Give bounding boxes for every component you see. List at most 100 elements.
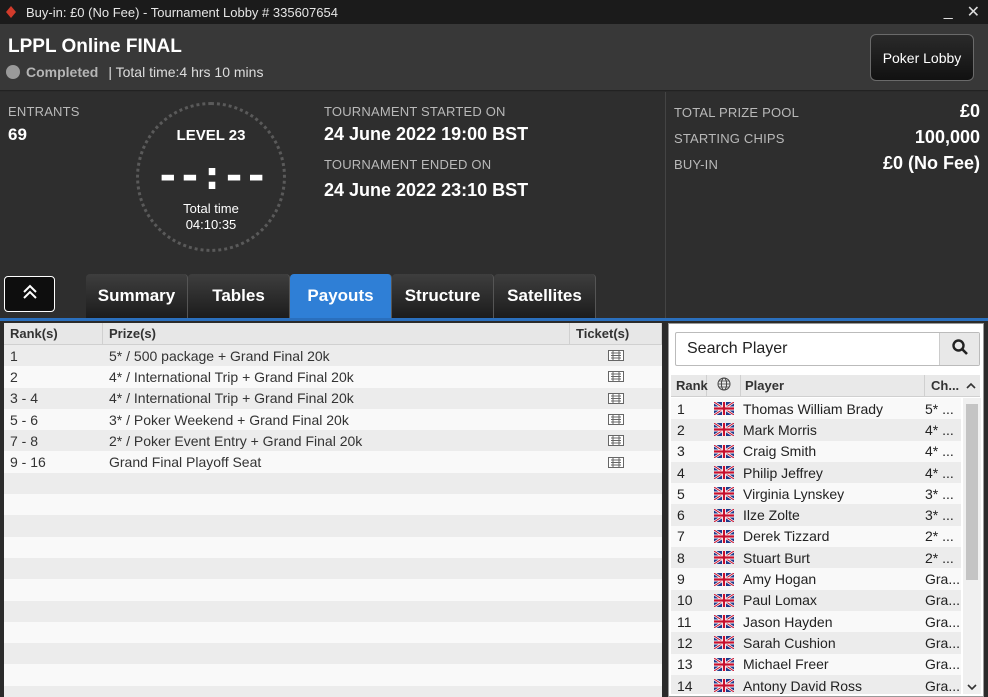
player-rank: 10 (677, 592, 693, 609)
prize-column-header[interactable]: Prize(s) (103, 323, 570, 344)
buyin-row: BUY-IN £0 (No Fee) (674, 153, 980, 174)
scrollbar-thumb[interactable] (966, 404, 978, 580)
player-row[interactable]: 6 Ilze Zolte 3* ... (671, 504, 961, 526)
empty-payout-row (4, 579, 662, 601)
player-rank: 1 (677, 400, 685, 417)
player-name: Mark Morris (743, 421, 817, 438)
ticket-icon[interactable] (570, 366, 662, 387)
minimize-button[interactable]: _ (944, 3, 953, 21)
chips-column-header[interactable]: Ch... (925, 375, 961, 396)
player-name: Ilze Zolte (743, 507, 800, 524)
empty-payout-row (4, 621, 662, 644)
ticket-column-header[interactable]: Ticket(s) (570, 323, 662, 344)
player-row[interactable]: 1 Thomas William Brady 5* ... (671, 398, 961, 420)
tournament-header: LPPL Online FINAL Completed | Total time… (0, 24, 988, 91)
player-row[interactable]: 14 Antony David Ross Gra... (671, 674, 961, 694)
ticket-icon[interactable] (570, 388, 662, 409)
player-row[interactable]: 7 Derek Tizzard 2* ... (671, 525, 961, 548)
search-button[interactable] (939, 333, 979, 365)
player-rank: 8 (677, 549, 685, 566)
player-rank: 4 (677, 464, 685, 481)
close-button[interactable]: ✕ (967, 2, 980, 22)
player-prize: Gra... (925, 592, 961, 609)
payout-row: 5 - 6 3* / Poker Weekend + Grand Final 20… (4, 408, 662, 431)
player-prize: Gra... (925, 613, 961, 630)
player-row[interactable]: 2 Mark Morris 4* ... (671, 419, 961, 441)
empty-payout-row (4, 536, 662, 558)
total-time-caption: Total time (183, 201, 239, 216)
entrants-label: ENTRANTS (8, 104, 80, 119)
player-row[interactable]: 4 Philip Jeffrey 4* ... (671, 461, 961, 484)
tab-tables[interactable]: Tables (188, 274, 290, 318)
ticket-icon[interactable] (570, 430, 662, 451)
player-name: Thomas William Brady (743, 400, 884, 417)
uk-flag-icon (707, 529, 741, 543)
starting-chips-value: 100,000 (914, 127, 980, 147)
player-prize: 3* ... (925, 507, 954, 524)
scroll-down-button[interactable] (966, 680, 978, 694)
tab-satellites[interactable]: Satellites (494, 274, 596, 318)
payout-prize: 4* / International Trip + Grand Final 20… (109, 368, 354, 385)
rank-column-header[interactable]: Rank (671, 375, 708, 396)
prize-pool-value: £0 (959, 101, 980, 121)
player-rank: 12 (677, 634, 693, 651)
globe-icon (717, 377, 731, 394)
players-scrollbar[interactable] (963, 398, 981, 694)
empty-payout-row (4, 472, 662, 495)
buyin-label: BUY-IN (674, 157, 719, 172)
player-row[interactable]: 12 Sarah Cushion Gra... (671, 632, 961, 654)
player-row[interactable]: 13 Michael Freer Gra... (671, 653, 961, 675)
player-row[interactable]: 8 Stuart Burt 2* ... (671, 547, 961, 569)
country-column-header[interactable] (707, 375, 741, 396)
double-chevron-up-icon (20, 282, 40, 307)
poker-lobby-button[interactable]: Poker Lobby (870, 34, 974, 81)
tab-summary[interactable]: Summary (86, 274, 188, 318)
prize-pool-label: TOTAL PRIZE POOL (674, 105, 800, 120)
player-prize: 3* ... (925, 485, 954, 502)
uk-flag-icon (707, 593, 741, 607)
status-dot-icon (6, 65, 20, 79)
collapse-button[interactable] (4, 276, 55, 312)
player-prize: 5* ... (925, 400, 954, 417)
search-icon (951, 338, 969, 361)
player-column-header[interactable]: Player (741, 375, 925, 396)
status-label: Completed (26, 64, 99, 80)
players-header: Rank Player Ch... (671, 375, 980, 397)
player-prize: 4* ... (925, 443, 954, 460)
player-name: Amy Hogan (743, 571, 817, 588)
payout-prize: 3* / Poker Weekend + Grand Final 20k (109, 411, 349, 428)
player-name: Paul Lomax (743, 592, 817, 609)
uk-flag-icon (707, 657, 741, 671)
payout-rank: 5 - 6 (10, 411, 39, 428)
player-rank: 3 (677, 443, 685, 460)
uk-flag-icon (707, 551, 741, 565)
ended-label: TOURNAMENT ENDED ON (324, 157, 492, 172)
tab-payouts[interactable]: Payouts (290, 274, 392, 318)
empty-payout-row (4, 685, 662, 697)
search-player-input[interactable] (676, 333, 940, 365)
scroll-up-button[interactable] (961, 375, 980, 396)
player-prize: 4* ... (925, 464, 954, 481)
ticket-icon[interactable] (570, 409, 662, 430)
tab-structure[interactable]: Structure (392, 274, 494, 318)
player-prize: 2* ... (925, 549, 954, 566)
player-rank: 2 (677, 421, 685, 438)
uk-flag-icon (707, 615, 741, 629)
rank-column-header[interactable]: Rank(s) (4, 323, 103, 344)
player-row[interactable]: 5 Virginia Lynskey 3* ... (671, 483, 961, 505)
player-row[interactable]: 10 Paul Lomax Gra... (671, 589, 961, 611)
uk-flag-icon (707, 444, 741, 458)
player-rank: 9 (677, 571, 685, 588)
empty-payout-row (4, 643, 662, 665)
payouts-table: Rank(s) Prize(s) Ticket(s) 1 5* / 500 pac… (4, 323, 662, 697)
search-box (675, 332, 980, 366)
window-title: Buy-in: £0 (No Fee) - Tournament Lobby #… (26, 4, 338, 20)
ticket-icon[interactable] (570, 451, 662, 472)
empty-payout-row (4, 515, 662, 537)
ticket-icon[interactable] (570, 345, 662, 366)
player-prize: Gra... (925, 571, 961, 588)
player-row[interactable]: 3 Craig Smith 4* ... (671, 440, 961, 462)
player-prize: Gra... (925, 656, 961, 673)
player-row[interactable]: 11 Jason Hayden Gra... (671, 610, 961, 633)
player-row[interactable]: 9 Amy Hogan Gra... (671, 568, 961, 590)
